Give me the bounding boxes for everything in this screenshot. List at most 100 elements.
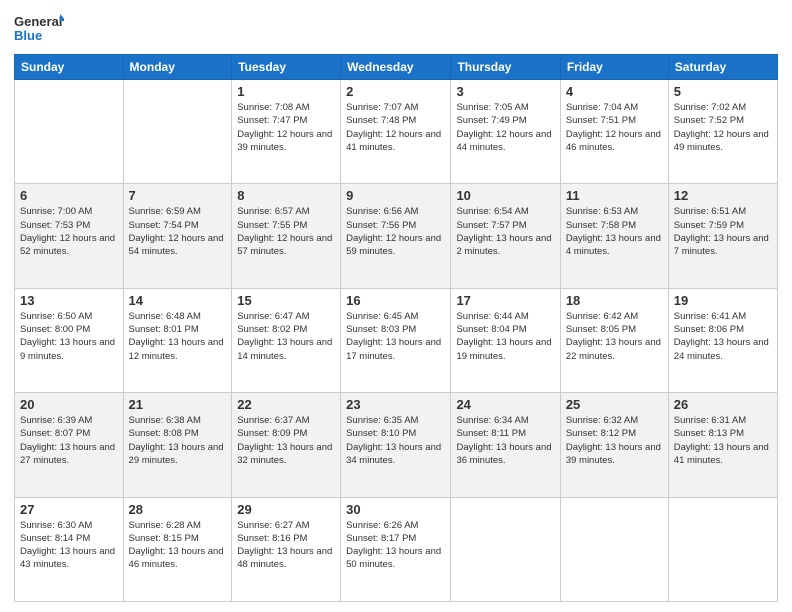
day-info: Sunrise: 6:53 AMSunset: 7:58 PMDaylight:… bbox=[566, 205, 663, 258]
calendar-header: SundayMondayTuesdayWednesdayThursdayFrid… bbox=[15, 55, 778, 80]
day-number: 13 bbox=[20, 293, 118, 308]
calendar-cell: 18 Sunrise: 6:42 AMSunset: 8:05 PMDayligh… bbox=[560, 288, 668, 392]
calendar-cell: 8 Sunrise: 6:57 AMSunset: 7:55 PMDaylight… bbox=[232, 184, 341, 288]
calendar-cell: 20Sunrise: 6:39 AMSunset: 8:07 PMDayligh… bbox=[15, 393, 124, 497]
day-number: 29 bbox=[237, 502, 335, 517]
week-row-2: 6 Sunrise: 7:00 AMSunset: 7:53 PMDaylight… bbox=[15, 184, 778, 288]
calendar-cell: 4 Sunrise: 7:04 AMSunset: 7:51 PMDaylight… bbox=[560, 80, 668, 184]
day-info: Sunrise: 7:07 AMSunset: 7:48 PMDaylight:… bbox=[346, 101, 445, 154]
calendar-cell: 28 Sunrise: 6:28 AMSunset: 8:15 PMDayligh… bbox=[123, 497, 232, 601]
day-info: Sunrise: 6:26 AMSunset: 8:17 PMDaylight:… bbox=[346, 519, 445, 572]
day-info: Sunrise: 6:35 AMSunset: 8:10 PMDaylight:… bbox=[346, 414, 445, 467]
logo: General Blue bbox=[14, 10, 64, 46]
calendar-cell bbox=[123, 80, 232, 184]
day-number: 7 bbox=[129, 188, 227, 203]
day-info: Sunrise: 7:04 AMSunset: 7:51 PMDaylight:… bbox=[566, 101, 663, 154]
calendar-cell: 30 Sunrise: 6:26 AMSunset: 8:17 PMDayligh… bbox=[341, 497, 451, 601]
day-number: 25 bbox=[566, 397, 663, 412]
day-number: 19 bbox=[674, 293, 772, 308]
day-number: 10 bbox=[456, 188, 554, 203]
calendar-cell: 3 Sunrise: 7:05 AMSunset: 7:49 PMDaylight… bbox=[451, 80, 560, 184]
day-number: 8 bbox=[237, 188, 335, 203]
day-info: Sunrise: 6:56 AMSunset: 7:56 PMDaylight:… bbox=[346, 205, 445, 258]
day-number: 15 bbox=[237, 293, 335, 308]
calendar-cell: 9 Sunrise: 6:56 AMSunset: 7:56 PMDaylight… bbox=[341, 184, 451, 288]
day-number: 2 bbox=[346, 84, 445, 99]
week-row-4: 20Sunrise: 6:39 AMSunset: 8:07 PMDayligh… bbox=[15, 393, 778, 497]
page: General Blue SundayMondayTuesdayWednesda… bbox=[0, 0, 792, 612]
day-number: 30 bbox=[346, 502, 445, 517]
header-wednesday: Wednesday bbox=[341, 55, 451, 80]
day-info: Sunrise: 6:45 AMSunset: 8:03 PMDaylight:… bbox=[346, 310, 445, 363]
calendar-cell: 12Sunrise: 6:51 AMSunset: 7:59 PMDayligh… bbox=[668, 184, 777, 288]
day-number: 18 bbox=[566, 293, 663, 308]
header-sunday: Sunday bbox=[15, 55, 124, 80]
header-saturday: Saturday bbox=[668, 55, 777, 80]
day-info: Sunrise: 6:28 AMSunset: 8:15 PMDaylight:… bbox=[129, 519, 227, 572]
calendar-cell: 29 Sunrise: 6:27 AMSunset: 8:16 PMDayligh… bbox=[232, 497, 341, 601]
day-number: 23 bbox=[346, 397, 445, 412]
calendar-cell: 13 Sunrise: 6:50 AMSunset: 8:00 PMDayligh… bbox=[15, 288, 124, 392]
day-info: Sunrise: 6:44 AMSunset: 8:04 PMDaylight:… bbox=[456, 310, 554, 363]
day-info: Sunrise: 6:32 AMSunset: 8:12 PMDaylight:… bbox=[566, 414, 663, 467]
day-info: Sunrise: 6:30 AMSunset: 8:14 PMDaylight:… bbox=[20, 519, 118, 572]
day-info: Sunrise: 6:54 AMSunset: 7:57 PMDaylight:… bbox=[456, 205, 554, 258]
day-info: Sunrise: 6:31 AMSunset: 8:13 PMDaylight:… bbox=[674, 414, 772, 467]
week-row-3: 13 Sunrise: 6:50 AMSunset: 8:00 PMDayligh… bbox=[15, 288, 778, 392]
day-number: 26 bbox=[674, 397, 772, 412]
day-number: 6 bbox=[20, 188, 118, 203]
calendar-cell: 2 Sunrise: 7:07 AMSunset: 7:48 PMDaylight… bbox=[341, 80, 451, 184]
day-info: Sunrise: 7:00 AMSunset: 7:53 PMDaylight:… bbox=[20, 205, 118, 258]
day-number: 11 bbox=[566, 188, 663, 203]
calendar-cell: 15 Sunrise: 6:47 AMSunset: 8:02 PMDayligh… bbox=[232, 288, 341, 392]
calendar-table: SundayMondayTuesdayWednesdayThursdayFrid… bbox=[14, 54, 778, 602]
day-info: Sunrise: 6:59 AMSunset: 7:54 PMDaylight:… bbox=[129, 205, 227, 258]
calendar-cell bbox=[15, 80, 124, 184]
day-number: 20 bbox=[20, 397, 118, 412]
day-number: 27 bbox=[20, 502, 118, 517]
calendar-cell: 5Sunrise: 7:02 AMSunset: 7:52 PMDaylight… bbox=[668, 80, 777, 184]
day-info: Sunrise: 6:47 AMSunset: 8:02 PMDaylight:… bbox=[237, 310, 335, 363]
day-info: Sunrise: 7:08 AMSunset: 7:47 PMDaylight:… bbox=[237, 101, 335, 154]
calendar-cell: 1 Sunrise: 7:08 AMSunset: 7:47 PMDaylight… bbox=[232, 80, 341, 184]
calendar-cell: 21 Sunrise: 6:38 AMSunset: 8:08 PMDayligh… bbox=[123, 393, 232, 497]
day-info: Sunrise: 6:57 AMSunset: 7:55 PMDaylight:… bbox=[237, 205, 335, 258]
svg-text:Blue: Blue bbox=[14, 28, 42, 43]
day-number: 1 bbox=[237, 84, 335, 99]
day-number: 3 bbox=[456, 84, 554, 99]
day-info: Sunrise: 6:38 AMSunset: 8:08 PMDaylight:… bbox=[129, 414, 227, 467]
calendar-cell: 24Sunrise: 6:34 AMSunset: 8:11 PMDayligh… bbox=[451, 393, 560, 497]
day-number: 28 bbox=[129, 502, 227, 517]
day-info: Sunrise: 6:48 AMSunset: 8:01 PMDaylight:… bbox=[129, 310, 227, 363]
header: General Blue bbox=[14, 10, 778, 46]
day-info: Sunrise: 6:42 AMSunset: 8:05 PMDaylight:… bbox=[566, 310, 663, 363]
day-number: 9 bbox=[346, 188, 445, 203]
calendar-cell: 25 Sunrise: 6:32 AMSunset: 8:12 PMDayligh… bbox=[560, 393, 668, 497]
day-number: 22 bbox=[237, 397, 335, 412]
day-info: Sunrise: 6:41 AMSunset: 8:06 PMDaylight:… bbox=[674, 310, 772, 363]
svg-text:General: General bbox=[14, 14, 62, 29]
calendar-cell bbox=[560, 497, 668, 601]
day-number: 21 bbox=[129, 397, 227, 412]
header-friday: Friday bbox=[560, 55, 668, 80]
day-number: 4 bbox=[566, 84, 663, 99]
day-number: 16 bbox=[346, 293, 445, 308]
day-info: Sunrise: 6:27 AMSunset: 8:16 PMDaylight:… bbox=[237, 519, 335, 572]
calendar-cell: 22Sunrise: 6:37 AMSunset: 8:09 PMDayligh… bbox=[232, 393, 341, 497]
day-number: 5 bbox=[674, 84, 772, 99]
calendar-cell bbox=[451, 497, 560, 601]
day-number: 17 bbox=[456, 293, 554, 308]
calendar-cell: 19 Sunrise: 6:41 AMSunset: 8:06 PMDayligh… bbox=[668, 288, 777, 392]
calendar-cell: 23 Sunrise: 6:35 AMSunset: 8:10 PMDayligh… bbox=[341, 393, 451, 497]
day-info: Sunrise: 6:50 AMSunset: 8:00 PMDaylight:… bbox=[20, 310, 118, 363]
day-info: Sunrise: 7:05 AMSunset: 7:49 PMDaylight:… bbox=[456, 101, 554, 154]
calendar-cell: 11 Sunrise: 6:53 AMSunset: 7:58 PMDayligh… bbox=[560, 184, 668, 288]
calendar-cell: 26 Sunrise: 6:31 AMSunset: 8:13 PMDayligh… bbox=[668, 393, 777, 497]
logo-svg: General Blue bbox=[14, 10, 64, 46]
calendar-cell: 10 Sunrise: 6:54 AMSunset: 7:57 PMDayligh… bbox=[451, 184, 560, 288]
calendar-cell: 17 Sunrise: 6:44 AMSunset: 8:04 PMDayligh… bbox=[451, 288, 560, 392]
day-number: 12 bbox=[674, 188, 772, 203]
week-row-1: 1 Sunrise: 7:08 AMSunset: 7:47 PMDaylight… bbox=[15, 80, 778, 184]
calendar-cell: 14Sunrise: 6:48 AMSunset: 8:01 PMDayligh… bbox=[123, 288, 232, 392]
day-info: Sunrise: 6:34 AMSunset: 8:11 PMDaylight:… bbox=[456, 414, 554, 467]
